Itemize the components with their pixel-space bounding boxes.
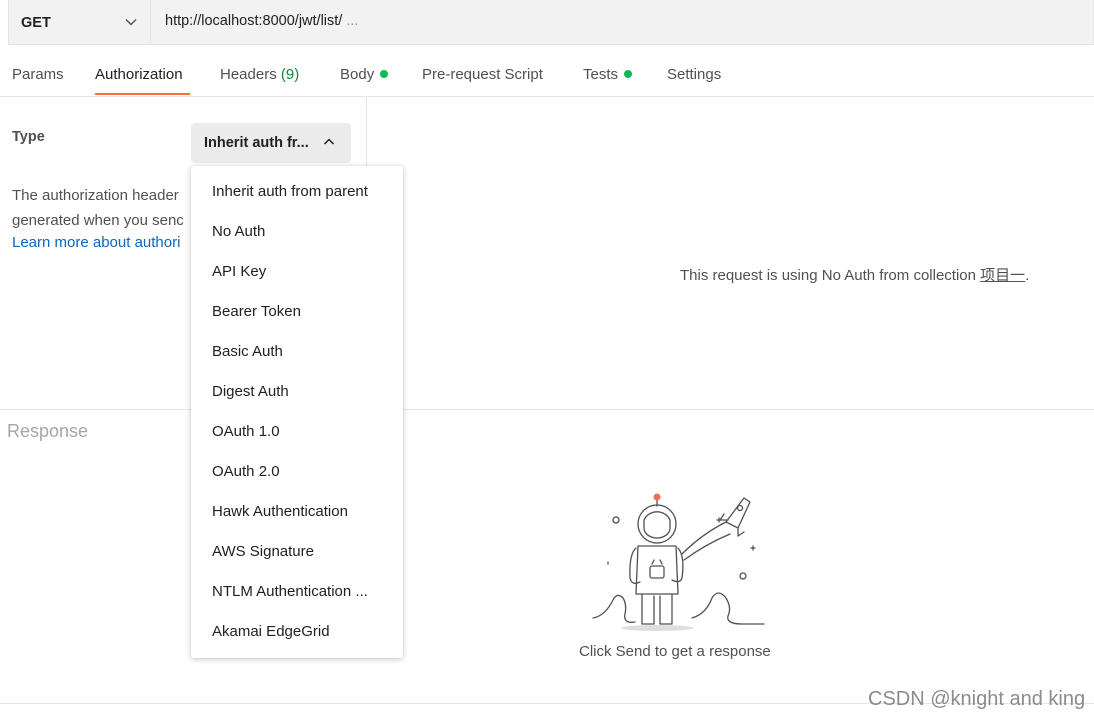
watermark: CSDN @knight and king <box>868 688 1086 710</box>
auth-type-select[interactable]: Inherit auth fr... <box>191 123 351 163</box>
auth-type-dropdown: Inherit auth from parent No Auth API Key… <box>191 166 403 658</box>
url-ellipsis: ... <box>346 13 359 29</box>
url-input[interactable]: http://localhost:8000/jwt/list/ ... <box>165 13 358 29</box>
tab-headers-label: Headers <box>220 66 277 83</box>
no-auth-period: . <box>1025 267 1030 284</box>
tab-body[interactable]: Body <box>340 66 389 83</box>
dropdown-item-aws-signature[interactable]: AWS Signature <box>191 532 403 572</box>
method-select[interactable]: GET <box>8 0 151 45</box>
auth-description-line2: generated when you senc <box>12 212 184 229</box>
auth-type-label: Type <box>12 129 45 145</box>
auth-description-line1: The authorization header <box>12 187 179 204</box>
tab-headers[interactable]: Headers (9) <box>220 66 299 83</box>
no-auth-text: This request is using No Auth from colle… <box>680 267 976 284</box>
collection-link[interactable]: 项目一 <box>980 267 1025 284</box>
dropdown-item-akamai[interactable]: Akamai EdgeGrid <box>191 612 403 652</box>
tab-authorization-label: Authorization <box>95 66 183 83</box>
dropdown-item-bearer-token[interactable]: Bearer Token <box>191 292 403 332</box>
tab-tests[interactable]: Tests <box>583 66 633 83</box>
headers-count: (9) <box>280 66 300 83</box>
tabs-divider <box>0 96 1094 97</box>
url-value: http://localhost:8000/jwt/list/ <box>165 13 343 29</box>
tab-authorization[interactable]: Authorization <box>95 66 183 83</box>
tab-params-label: Params <box>12 66 64 83</box>
astronaut-illustration <box>592 493 765 631</box>
tab-settings-label: Settings <box>667 66 722 83</box>
active-tab-indicator <box>95 93 190 95</box>
dropdown-item-basic-auth[interactable]: Basic Auth <box>191 332 403 372</box>
response-divider <box>0 409 1094 410</box>
tab-pre-request-script[interactable]: Pre-request Script <box>422 66 543 83</box>
chevron-up-icon <box>323 138 335 145</box>
tab-tests-label: Tests <box>583 66 619 83</box>
dropdown-item-oauth2[interactable]: OAuth 2.0 <box>191 452 403 492</box>
dropdown-item-no-auth[interactable]: No Auth <box>191 212 403 252</box>
tab-params[interactable]: Params <box>12 66 64 83</box>
auth-type-selected: Inherit auth fr... <box>204 135 309 151</box>
tab-settings[interactable]: Settings <box>667 66 721 83</box>
learn-more-link[interactable]: Learn more about authori <box>12 234 180 251</box>
method-label: GET <box>21 14 51 31</box>
learn-more-label: Learn more about authori <box>12 234 181 251</box>
no-auth-message: This request is using No Auth from colle… <box>680 264 1029 285</box>
dropdown-item-oauth1[interactable]: OAuth 1.0 <box>191 412 403 452</box>
body-status-dot <box>380 70 389 79</box>
dropdown-item-inherit[interactable]: Inherit auth from parent <box>191 172 403 212</box>
dropdown-item-digest-auth[interactable]: Digest Auth <box>191 372 403 412</box>
empty-response-message: Click Send to get a response <box>579 643 771 660</box>
chevron-down-icon <box>125 19 137 26</box>
dropdown-item-hawk[interactable]: Hawk Authentication <box>191 492 403 532</box>
tab-body-label: Body <box>340 66 375 83</box>
response-label: Response <box>7 421 89 441</box>
tab-pre-request-label: Pre-request Script <box>422 66 543 83</box>
dropdown-item-ntlm[interactable]: NTLM Authentication ... <box>191 572 403 612</box>
dropdown-item-api-key[interactable]: API Key <box>191 252 403 292</box>
tests-status-dot <box>624 70 633 79</box>
